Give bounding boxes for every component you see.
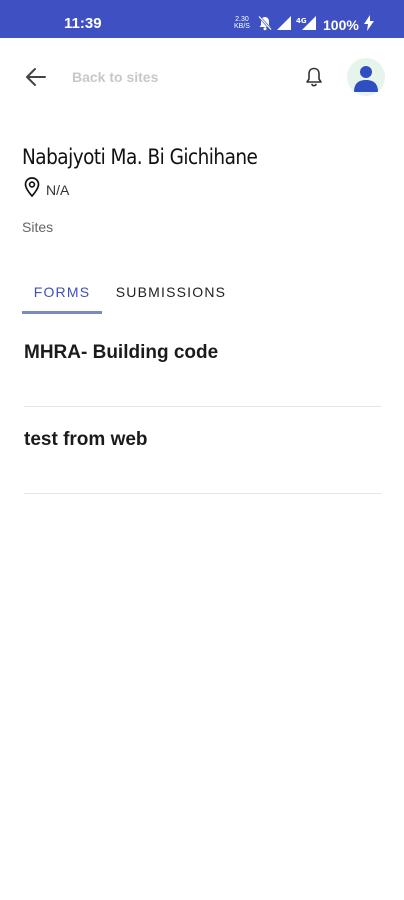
tab-bar: FORMS SUBMISSIONS	[22, 272, 236, 314]
site-location-text: N/A	[46, 181, 70, 198]
status-icons: 4G 100%	[258, 14, 374, 36]
location-pin-icon	[24, 177, 40, 202]
net-speed-value: 2.30	[235, 16, 249, 23]
site-location: N/A	[24, 177, 69, 202]
site-title: Nabajyoti Ma. Bi Gichihane	[22, 145, 258, 169]
svg-text:4G: 4G	[296, 17, 307, 25]
net-speed: 2.30 KB/S	[234, 16, 250, 30]
mute-icon	[258, 15, 272, 36]
tab-forms[interactable]: FORMS	[22, 272, 102, 314]
battery-charging-icon	[363, 14, 374, 36]
list-item[interactable]: MHRA- Building code	[24, 320, 381, 407]
wifi-icon: 4G	[296, 15, 316, 35]
avatar-button[interactable]	[347, 58, 385, 96]
form-name: test from web	[24, 429, 148, 450]
tab-submissions[interactable]: SUBMISSIONS	[106, 272, 236, 311]
signal-icon	[277, 15, 291, 35]
back-button[interactable]	[22, 65, 50, 93]
status-time: 11:39	[64, 15, 102, 32]
list-item[interactable]: test from web	[24, 407, 381, 494]
notifications-button[interactable]	[302, 66, 326, 92]
arrow-left-icon	[24, 65, 48, 94]
form-name: MHRA- Building code	[24, 342, 219, 363]
bell-icon	[304, 66, 324, 93]
app-bar: Back to sites	[0, 38, 404, 118]
section-label: Sites	[22, 219, 54, 235]
net-speed-unit: KB/S	[234, 23, 250, 30]
status-bar: 11:39 2.30 KB/S 4G 100%	[0, 0, 404, 38]
back-to-sites-link[interactable]: Back to sites	[72, 69, 158, 85]
forms-list: MHRA- Building code test from web	[24, 320, 381, 494]
user-avatar-icon	[347, 66, 385, 96]
battery-level: 100%	[323, 17, 359, 33]
